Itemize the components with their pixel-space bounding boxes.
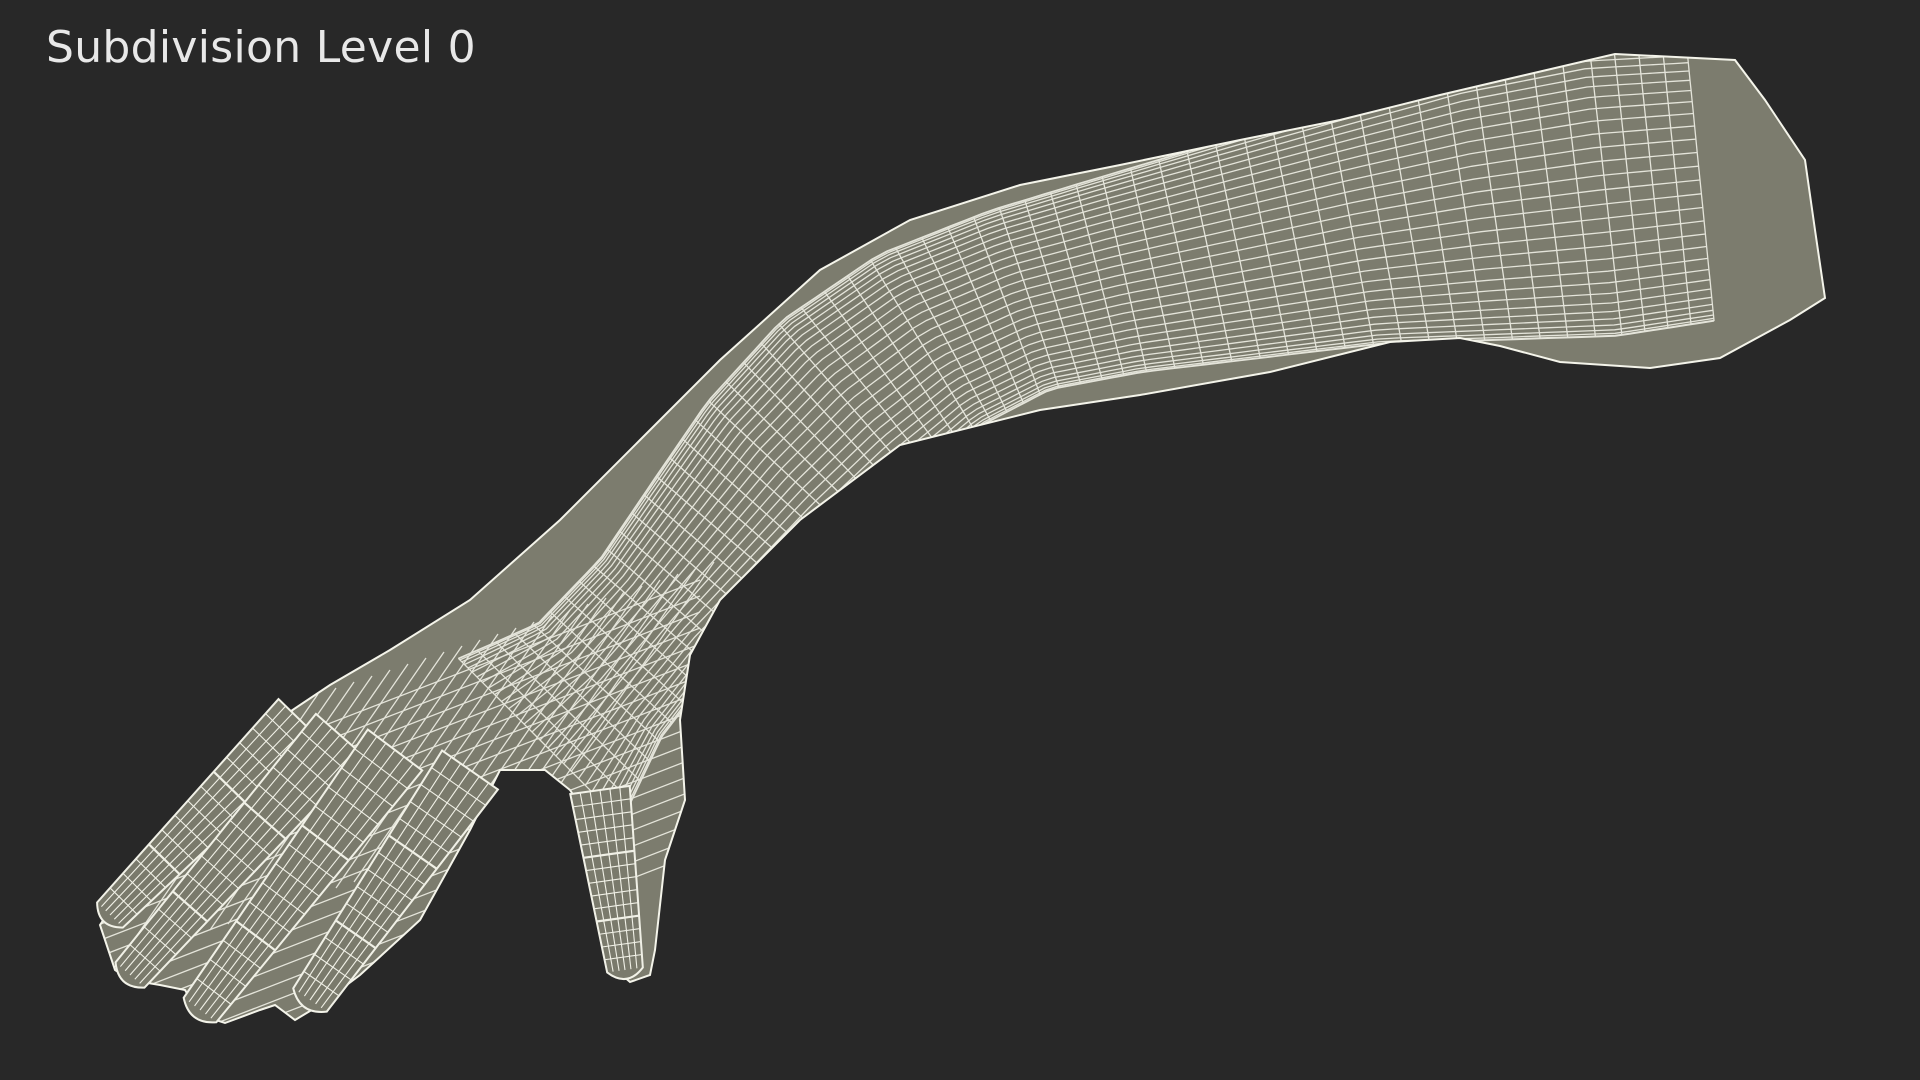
arm-wireframe-model [96,53,1826,1024]
finger-5 [569,784,644,980]
arm-shaded-surface [100,54,1825,1023]
3d-viewport[interactable]: Subdivision Level 0 [0,0,1920,1080]
